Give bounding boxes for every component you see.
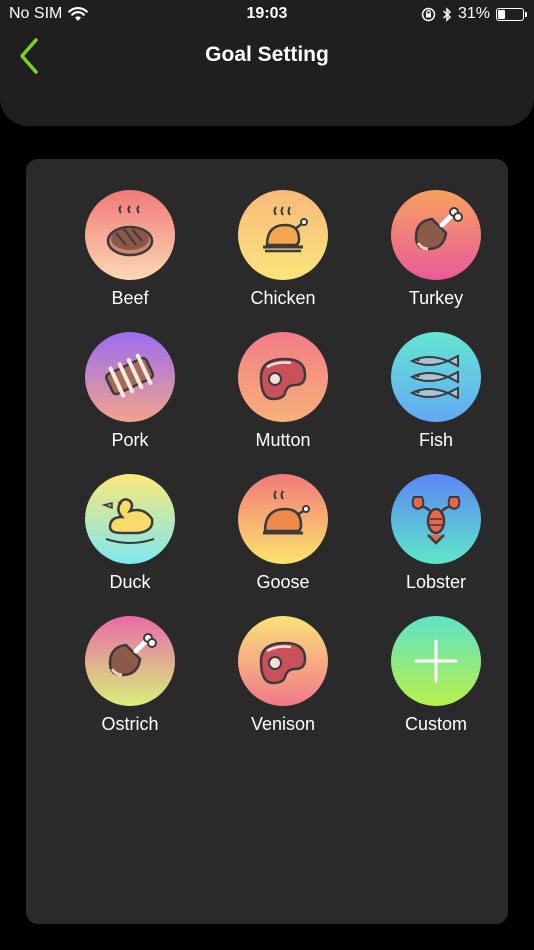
food-tile-mutton[interactable]: Mutton	[223, 332, 343, 462]
food-icon-circle	[238, 474, 328, 564]
food-tile-lobster[interactable]: Lobster	[376, 474, 496, 604]
food-label: Pork	[111, 430, 149, 450]
food-tile-fish[interactable]: Fish	[376, 332, 496, 462]
food-label: Lobster	[405, 572, 467, 592]
food-tile-venison[interactable]: Venison	[223, 616, 343, 746]
food-tile-ostrich[interactable]: Ostrich	[70, 616, 190, 746]
roast-goose-icon	[263, 490, 310, 535]
bluetooth-icon	[442, 6, 452, 22]
food-tile-chicken[interactable]: Chicken	[223, 190, 343, 320]
ribs-icon	[105, 353, 155, 398]
food-label: Venison	[250, 714, 316, 734]
food-label: Fish	[418, 430, 453, 450]
roast-chicken-icon	[263, 206, 308, 253]
food-tile-duck[interactable]: Duck	[70, 474, 190, 604]
food-label: Beef	[111, 288, 149, 308]
food-label: Goose	[256, 572, 310, 592]
steak-icon	[106, 205, 154, 257]
food-icon-circle	[238, 332, 328, 422]
food-label: Chicken	[250, 288, 316, 308]
food-tile-goose[interactable]: Goose	[223, 474, 343, 604]
drumstick-icon	[414, 207, 463, 251]
meat-cut-icon	[259, 357, 307, 401]
food-icon-circle	[85, 332, 175, 422]
meat-cut-icon	[259, 641, 307, 685]
drumstick-icon	[108, 633, 157, 677]
food-grid-panel: Beef Chicken Turkey Pork Mutton Fish Duc…	[26, 159, 508, 924]
food-label: Turkey	[408, 288, 464, 308]
food-icon-circle	[238, 616, 328, 706]
food-tile-pork[interactable]: Pork	[70, 332, 190, 462]
orientation-lock-icon	[421, 7, 436, 21]
food-icon-circle	[85, 616, 175, 706]
status-bar: No SIM 19:03 31%	[0, 0, 534, 30]
food-label: Custom	[404, 714, 467, 734]
page-title: Goal Setting	[205, 43, 329, 66]
battery-icon	[496, 7, 527, 21]
duck-icon	[101, 498, 155, 544]
food-icon-circle	[391, 474, 481, 564]
fish-icon	[409, 354, 459, 400]
food-tile-custom[interactable]: Custom	[376, 616, 496, 746]
food-icon-circle	[238, 190, 328, 280]
food-label: Ostrich	[101, 714, 159, 734]
lobster-icon	[411, 496, 461, 545]
food-tile-turkey[interactable]: Turkey	[376, 190, 496, 320]
food-label: Duck	[109, 572, 151, 592]
food-tile-beef[interactable]: Beef	[70, 190, 190, 320]
food-icon-circle	[391, 190, 481, 280]
food-icon-circle	[85, 190, 175, 280]
plus-icon	[414, 639, 458, 683]
food-icon-circle	[391, 616, 481, 706]
battery-fill	[498, 9, 506, 19]
food-icon-circle	[391, 332, 481, 422]
food-label: Mutton	[255, 430, 311, 450]
food-icon-circle	[85, 474, 175, 564]
status-right: 31%	[421, 5, 527, 23]
battery-percent: 31%	[457, 5, 490, 22]
